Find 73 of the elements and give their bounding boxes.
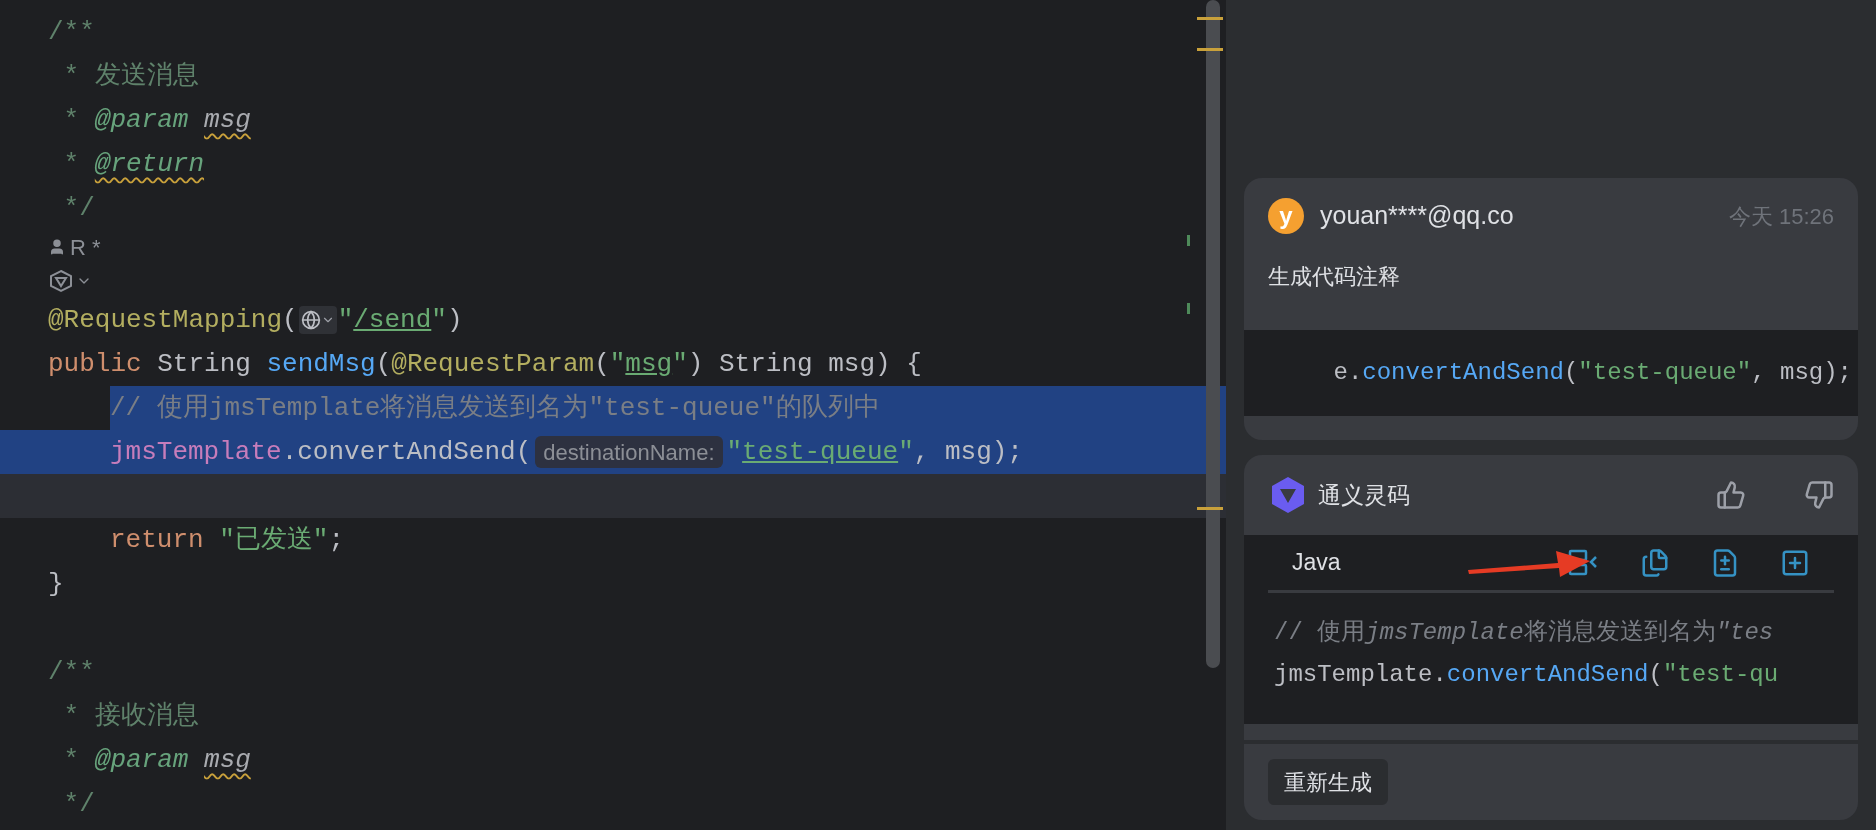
field-name: jmsTemplate bbox=[110, 435, 282, 469]
code-text: ( bbox=[282, 303, 298, 337]
code-text: .convertAndSend( bbox=[281, 435, 532, 469]
user-avatar: y bbox=[1268, 198, 1304, 234]
doc-comment: * bbox=[62, 147, 81, 181]
string-literal: "已发送" bbox=[219, 523, 329, 557]
doc-comment: */ bbox=[62, 787, 95, 821]
string-literal: " bbox=[431, 303, 447, 337]
code-text: ) bbox=[446, 303, 463, 337]
language-label: Java bbox=[1292, 548, 1341, 578]
line-comment: // 使用 bbox=[1274, 618, 1366, 648]
doc-comment: /** bbox=[48, 655, 95, 689]
doc-comment: * 接收消息 bbox=[62, 699, 199, 733]
thumbs-down-icon[interactable] bbox=[1804, 480, 1834, 510]
code-text: } bbox=[48, 567, 64, 601]
copy-icon[interactable] bbox=[1640, 547, 1670, 578]
parameter-hint: destinationName: bbox=[535, 436, 723, 468]
regenerate-button[interactable]: 重新生成 bbox=[1268, 759, 1388, 805]
keyword: public bbox=[48, 347, 142, 381]
code-text: ; bbox=[328, 523, 345, 557]
string-literal: " bbox=[898, 435, 914, 469]
ai-logo-icon[interactable] bbox=[48, 269, 74, 293]
doc-comment: * bbox=[62, 103, 81, 137]
globe-hint[interactable] bbox=[298, 306, 337, 334]
thumbs-up-icon[interactable] bbox=[1716, 480, 1746, 510]
string-literal: "test-queue" bbox=[1578, 358, 1752, 388]
code-text: ( bbox=[375, 347, 392, 381]
code-text: , msg); bbox=[913, 435, 1023, 469]
code-text: ( bbox=[594, 347, 610, 381]
doc-tag: @param bbox=[94, 100, 205, 140]
scrollbar-thumb[interactable] bbox=[1206, 0, 1220, 668]
line-comment: jmsTemplate bbox=[1365, 618, 1524, 648]
string-literal: " bbox=[609, 347, 626, 381]
globe-icon bbox=[300, 310, 321, 330]
code-text: ( bbox=[1648, 660, 1663, 690]
user-email: youan****@qq.co bbox=[1320, 200, 1514, 232]
warning-marker bbox=[1197, 48, 1223, 51]
doc-tag: @param bbox=[94, 740, 205, 780]
method-name: sendMsg bbox=[266, 347, 376, 381]
warning-marker bbox=[1197, 507, 1223, 510]
method-name: convertAndSend bbox=[1446, 660, 1649, 690]
author-hint[interactable]: R * bbox=[70, 230, 101, 264]
line-comment: "tes bbox=[1715, 618, 1774, 648]
code-text: ( bbox=[1563, 358, 1579, 388]
line-comment: 将消息发送到名为 bbox=[1523, 618, 1716, 648]
string-literal: "test-qu bbox=[1662, 660, 1779, 690]
message-time: 今天 15:26 bbox=[1728, 202, 1834, 231]
code-text: e. bbox=[1333, 358, 1363, 388]
method-name: convertAndSend bbox=[1362, 358, 1564, 388]
annotation: @RequestMapping bbox=[48, 303, 283, 337]
code-text: , msg); bbox=[1751, 358, 1852, 388]
author-icon bbox=[48, 238, 66, 256]
string-literal: " bbox=[726, 435, 743, 469]
message-text: 生成代码注释 bbox=[1267, 262, 1401, 291]
assistant-name: 通义灵码 bbox=[1318, 480, 1410, 510]
string-literal: " bbox=[672, 347, 688, 381]
code-text: String bbox=[156, 347, 252, 381]
change-marker bbox=[1187, 303, 1190, 314]
line-comment: // 使用jmsTemplate将消息发送到名为"test-queue"的队列中 bbox=[110, 391, 880, 425]
param-name: msg bbox=[204, 103, 251, 137]
doc-comment: * 发送消息 bbox=[62, 59, 199, 93]
doc-comment: /** bbox=[48, 15, 95, 49]
keyword: return bbox=[110, 523, 205, 557]
doc-comment: * bbox=[62, 743, 81, 777]
annotation: @RequestParam bbox=[391, 347, 595, 381]
warning-marker bbox=[1197, 17, 1223, 20]
doc-tag: @return bbox=[94, 144, 205, 184]
code-text: jmsTemplate. bbox=[1274, 660, 1447, 690]
code-text: ) String msg) { bbox=[687, 347, 922, 381]
param-name: msg bbox=[204, 743, 251, 777]
change-marker bbox=[1187, 235, 1190, 246]
doc-comment: */ bbox=[62, 191, 95, 225]
string-literal: " bbox=[337, 303, 354, 337]
